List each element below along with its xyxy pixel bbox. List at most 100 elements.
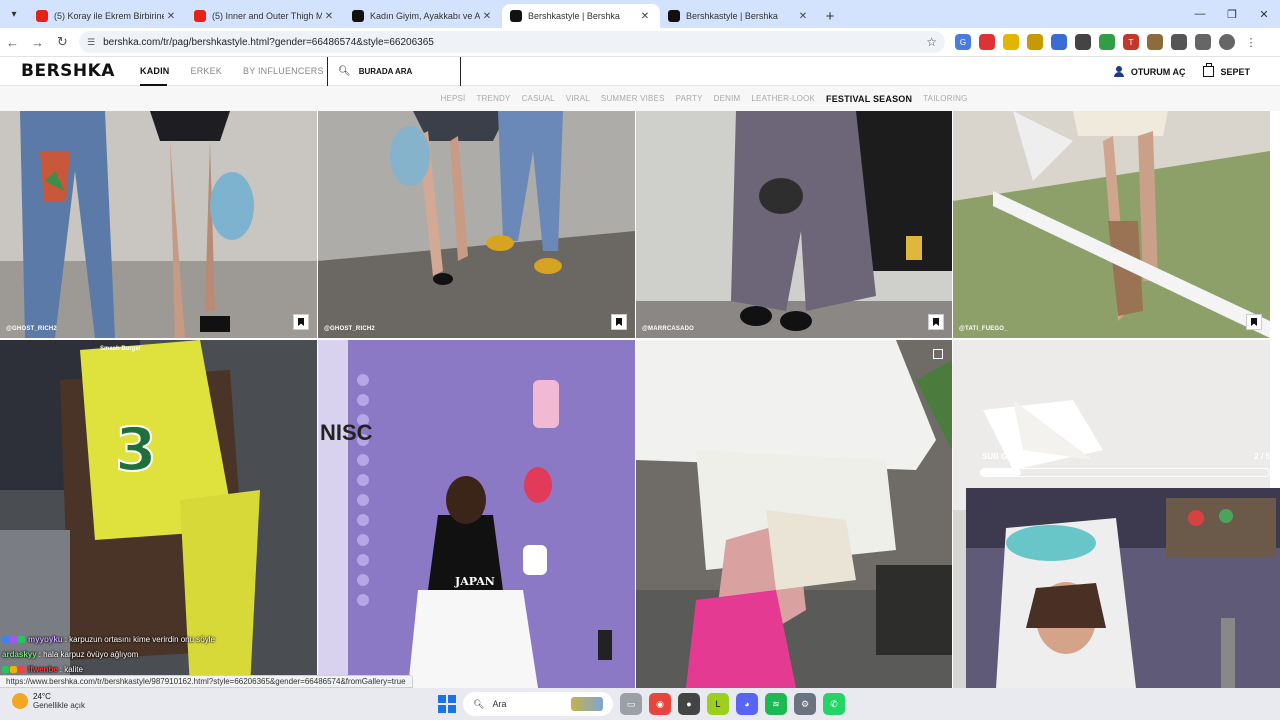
cart-button[interactable]: SEPET bbox=[1203, 63, 1250, 77]
search-icon: 🔍︎ bbox=[473, 698, 485, 709]
style-tag[interactable]: HEPSİ bbox=[440, 94, 465, 104]
profile-avatar[interactable] bbox=[1219, 34, 1235, 50]
bershka-logo[interactable]: BERSHKA bbox=[21, 61, 140, 81]
nav-by-influencers[interactable]: BY INFLUENCERS bbox=[243, 57, 331, 86]
restore-icon[interactable]: ❐ bbox=[1216, 0, 1248, 28]
youtube-icon bbox=[36, 10, 48, 22]
line-app-icon[interactable]: L bbox=[707, 693, 729, 715]
new-tab-button[interactable]: + bbox=[818, 4, 842, 28]
tab-title: (5) Inner and Outer Thigh Mode bbox=[212, 11, 322, 21]
bookmark-icon[interactable] bbox=[928, 314, 944, 330]
sub-goal-widget: SUB GOAL 2 / 5 bbox=[980, 452, 1270, 480]
weather-widget[interactable]: 24°C Genellikle açık bbox=[12, 692, 85, 710]
taskbar-apps: 🔍︎ Ara ▭ ◉ ● L ◕ ≋ ⚙ ✆ bbox=[438, 692, 845, 716]
browser-tab[interactable]: Kadın Giyim, Ayakkabı ve Aksesuar ✕ bbox=[344, 4, 502, 28]
browser-tab-strip: ▾ (5) Koray ile Ekrem Birbirine Gir ✕ (5… bbox=[0, 0, 1280, 28]
browser-tab[interactable]: Bershkastyle | Bershka ✕ bbox=[660, 4, 818, 28]
extension-icon[interactable] bbox=[979, 34, 995, 50]
translate-extension-icon[interactable]: G bbox=[955, 34, 971, 50]
browser-tab-active[interactable]: Bershkastyle | Bershka ✕ bbox=[502, 4, 660, 28]
gallery-item[interactable]: @GHOST_RICH2 bbox=[318, 111, 635, 338]
close-icon[interactable]: ✕ bbox=[480, 11, 494, 22]
search-input[interactable] bbox=[358, 67, 449, 76]
back-icon[interactable]: ← bbox=[0, 30, 25, 55]
browser-tab[interactable]: (5) Koray ile Ekrem Birbirine Gir ✕ bbox=[28, 4, 186, 28]
minimize-icon[interactable]: — bbox=[1184, 0, 1216, 28]
gallery-item[interactable] bbox=[636, 340, 952, 688]
spotify-icon[interactable]: ≋ bbox=[765, 693, 787, 715]
settings-gear-icon[interactable]: ⚙ bbox=[794, 693, 816, 715]
creator-handle[interactable]: @MARRCASADO bbox=[642, 326, 694, 332]
extension-icon[interactable]: T bbox=[1123, 34, 1139, 50]
style-tag[interactable]: TRENDY bbox=[476, 94, 510, 104]
address-bar[interactable]: ☰ bershka.com/tr/pag/bershkastyle.html?g… bbox=[79, 31, 945, 53]
weather-condition: Genellikle açık bbox=[33, 701, 86, 710]
reload-icon[interactable]: ↻ bbox=[50, 30, 75, 55]
close-icon[interactable]: ✕ bbox=[164, 11, 178, 22]
puzzle-extensions-icon[interactable] bbox=[1171, 34, 1187, 50]
chat-message: ardaskyy : hala karpuz övüyo ağlıyom bbox=[2, 647, 322, 662]
login-button[interactable]: OTURUM AÇ bbox=[1113, 66, 1185, 77]
extension-icon[interactable] bbox=[1003, 34, 1019, 50]
extension-icon[interactable] bbox=[1147, 34, 1163, 50]
nav-kadin[interactable]: KADIN bbox=[140, 57, 177, 86]
close-icon[interactable]: ✕ bbox=[796, 11, 810, 22]
sub-goal-label: SUB GOAL bbox=[982, 452, 1025, 461]
gallery-item[interactable]: @TATI_FUEGO_ bbox=[953, 111, 1270, 338]
style-tag-active[interactable]: FESTIVAL SEASON bbox=[826, 94, 912, 104]
tab-search-icon[interactable]: ▾ bbox=[0, 0, 28, 28]
task-view-icon[interactable]: ▭ bbox=[620, 693, 642, 715]
taskbar-search[interactable]: 🔍︎ Ara bbox=[463, 692, 613, 716]
gallery-item[interactable]: NISC JAPAN bbox=[318, 340, 635, 688]
close-icon[interactable]: ✕ bbox=[322, 11, 336, 22]
sub-goal-count: 2 / 5 bbox=[1254, 452, 1270, 461]
streamer-webcam bbox=[966, 488, 1280, 688]
windows-taskbar: 24°C Genellikle açık 🔍︎ Ara ▭ ◉ ● L ◕ ≋ … bbox=[0, 688, 1280, 720]
close-window-icon[interactable]: ✕ bbox=[1248, 0, 1280, 28]
header-actions: OTURUM AÇ SEPET bbox=[1113, 57, 1250, 86]
bookmark-star-icon[interactable]: ☆ bbox=[926, 35, 937, 49]
street-photo-image bbox=[0, 111, 317, 338]
weather-temp: 24°C bbox=[33, 692, 51, 701]
browser-tab[interactable]: (5) Inner and Outer Thigh Mode ✕ bbox=[186, 4, 344, 28]
extension-icon[interactable] bbox=[1051, 34, 1067, 50]
creator-handle[interactable]: @GHOST_RICH2 bbox=[6, 326, 57, 332]
creator-handle[interactable]: @GHOST_RICH2 bbox=[324, 326, 375, 332]
style-tag[interactable]: SUMMER VIBES bbox=[601, 94, 665, 104]
webcam-feed-image bbox=[966, 488, 1280, 688]
style-tag[interactable]: PARTY bbox=[676, 94, 703, 104]
search-icon: 🔍︎ bbox=[338, 66, 351, 77]
obs-icon[interactable]: ● bbox=[678, 693, 700, 715]
gallery-item[interactable]: @GHOST_RICH2 bbox=[0, 111, 317, 338]
style-filter-bar: HEPSİ TRENDY CASUAL VIRAL SUMMER VIBES P… bbox=[0, 86, 1280, 111]
style-tag[interactable]: CASUAL bbox=[522, 94, 555, 104]
weather-sun-icon bbox=[12, 693, 28, 709]
extension-icon[interactable] bbox=[1027, 34, 1043, 50]
chat-text: : hala karpuz övüyo ağlıyom bbox=[38, 650, 139, 659]
media-control-icon[interactable] bbox=[1195, 34, 1211, 50]
bookmark-icon[interactable] bbox=[611, 314, 627, 330]
bookmark-icon[interactable] bbox=[293, 314, 309, 330]
sub-goal-progress-bar bbox=[980, 468, 1270, 477]
extension-icon[interactable] bbox=[1075, 34, 1091, 50]
sign-text: NISC bbox=[320, 420, 373, 445]
main-nav: KADIN ERKEK BY INFLUENCERS bbox=[140, 57, 345, 86]
bookmark-icon[interactable] bbox=[1246, 314, 1262, 330]
style-tag[interactable]: TAILORING bbox=[923, 94, 967, 104]
style-tag[interactable]: DENIM bbox=[714, 94, 741, 104]
style-tag[interactable]: LEATHER-LOOK bbox=[751, 94, 815, 104]
site-info-icon[interactable]: ☰ bbox=[87, 37, 95, 48]
site-search[interactable]: 🔍︎ bbox=[327, 57, 461, 86]
style-tag[interactable]: VIRAL bbox=[566, 94, 590, 104]
whatsapp-icon[interactable]: ✆ bbox=[823, 693, 845, 715]
menu-dots-icon[interactable]: ⋮ bbox=[1243, 34, 1259, 50]
close-icon[interactable]: ✕ bbox=[638, 11, 652, 22]
chrome-icon[interactable]: ◉ bbox=[649, 693, 671, 715]
extension-icon[interactable] bbox=[1099, 34, 1115, 50]
creator-handle[interactable]: @TATI_FUEGO_ bbox=[959, 326, 1008, 332]
windows-start-icon[interactable] bbox=[438, 695, 456, 713]
discord-icon[interactable]: ◕ bbox=[736, 693, 758, 715]
gallery-item[interactable]: @MARRCASADO bbox=[636, 111, 952, 338]
forward-icon[interactable]: → bbox=[25, 30, 50, 55]
nav-erkek[interactable]: ERKEK bbox=[191, 57, 230, 86]
